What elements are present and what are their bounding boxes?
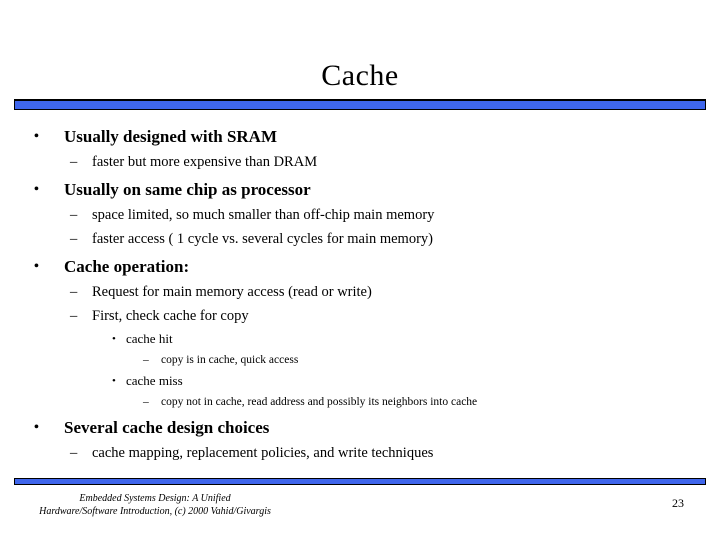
bullet-text: Several cache design choices [64,418,270,437]
bullet-item-level-2: – space limited, so much smaller than off… [0,202,720,226]
bullet-dot-icon: • [34,420,39,435]
footer-credit: Embedded Systems Design: A Unified Hardw… [0,492,310,518]
bullet-text: faster access ( 1 cycle vs. several cycl… [92,231,433,247]
slide-number: 23 [672,496,684,510]
bullet-item-level-3: • cache hit [0,327,720,349]
page-title: Cache [321,59,399,93]
bullet-item-level-1: • Several cache design choices [0,411,720,440]
bullet-dot-icon: • [34,129,39,144]
bullet-text: Request for main memory access (read or … [92,284,372,300]
bullet-dash-icon: – [70,284,78,300]
footer-credit-line-1: Embedded Systems Design: A Unified [79,493,231,504]
bullet-dash-icon: – [70,231,78,247]
bullet-dash-icon: – [143,396,149,408]
bullet-item-level-2: – Request for main memory access (read or… [0,279,720,303]
bullet-dash-icon: – [70,445,78,461]
footer-divider-bar [14,478,706,485]
bullet-item-level-3: • cache miss [0,369,720,391]
bullet-text: Usually designed with SRAM [64,127,278,146]
slide-canvas: Cache • Usually designed with SRAM – faster… [0,0,720,540]
bullet-item-level-1: • Usually designed with SRAM [0,120,720,149]
bullet-item-level-1: • Cache operation: [0,250,720,279]
footer-credit-line-2: Hardware/Software Introduction, (c) 2000… [39,506,271,517]
bullet-text: First, check cache for copy [92,308,249,324]
bullet-item-level-2: – faster access ( 1 cycle vs. several cyc… [0,226,720,250]
bullet-dash-icon: – [70,207,78,223]
bullet-text: Usually on same chip as processor [64,180,311,199]
title-divider-bar [14,99,706,110]
bullet-dash-icon: – [143,354,149,366]
bullet-text: cache mapping, replacement policies, and… [92,445,434,461]
bullet-dot-icon: • [112,333,116,345]
bullet-text: copy not in cache, read address and poss… [161,396,478,408]
bullet-item-level-2: – faster but more expensive than DRAM [0,149,720,173]
bullet-text: copy is in cache, quick access [161,354,299,366]
bullet-item-level-1: • Usually on same chip as processor [0,173,720,202]
bullet-text: space limited, so much smaller than off-… [92,207,435,223]
bullet-item-level-2: – First, check cache for copy [0,303,720,327]
bullet-dot-icon: • [34,259,39,274]
bullet-dash-icon: – [70,308,78,324]
bullet-text: cache hit [126,331,173,346]
bullet-text: faster but more expensive than DRAM [92,154,318,170]
bullet-dot-icon: • [112,375,116,387]
bullet-item-level-2: – cache mapping, replacement policies, an… [0,440,720,464]
bullet-dash-icon: – [70,154,78,170]
bullet-text: Cache operation: [64,257,190,276]
bullet-dot-icon: • [34,182,39,197]
slide-body: • Usually designed with SRAM – faster but m… [0,120,720,464]
bullet-text: cache miss [126,373,183,388]
bullet-item-level-4: – copy is in cache, quick access [0,349,720,369]
bullet-item-level-4: – copy not in cache, read address and pos… [0,391,720,411]
